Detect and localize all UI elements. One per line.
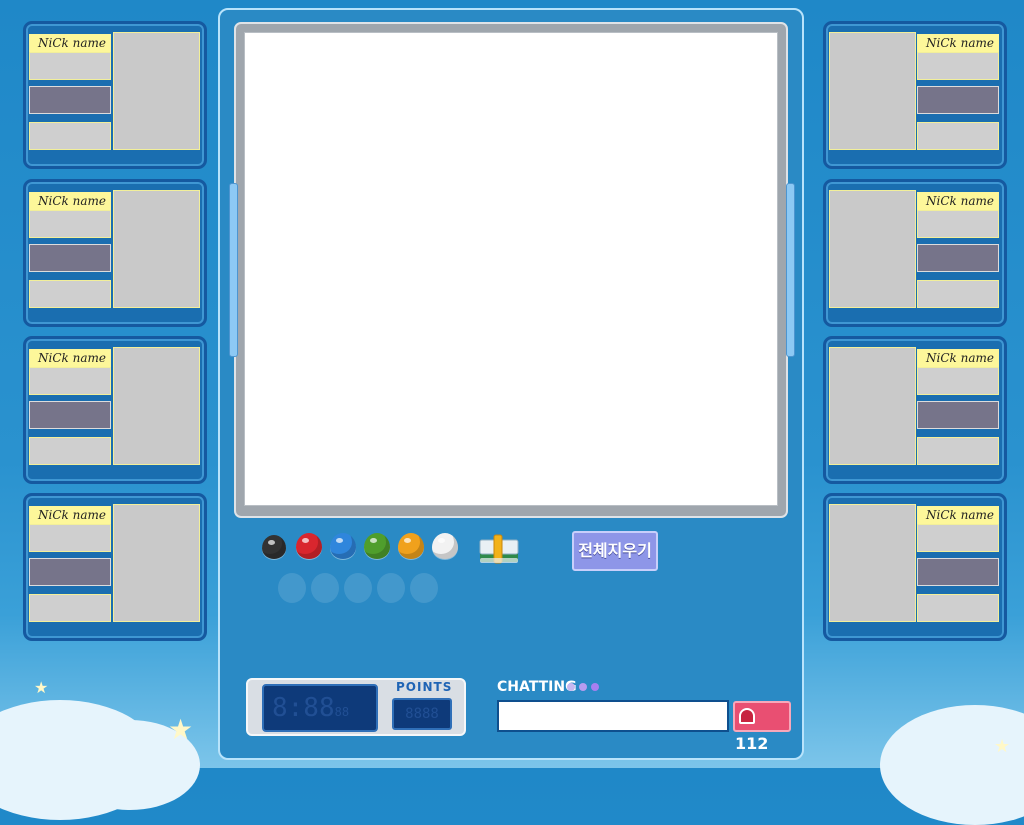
color-swatch-blue[interactable]	[330, 533, 356, 559]
avatar	[829, 347, 916, 465]
chat-input[interactable]	[497, 700, 729, 732]
player-card-left-3: NiCk name	[23, 336, 207, 484]
player-status-slot	[29, 86, 111, 114]
nickname-label: NiCk name	[29, 506, 111, 524]
player-score-slot	[917, 594, 999, 622]
chat-dot	[591, 683, 599, 691]
eraser-icon[interactable]	[478, 532, 520, 566]
canvas-left-handle	[229, 183, 238, 357]
player-score-slot	[29, 594, 111, 622]
timer-value: 8:88	[272, 693, 335, 723]
player-card-left-1: NiCk name	[23, 21, 207, 169]
player-card-left-2: NiCk name	[23, 179, 207, 327]
player-status-slot	[917, 244, 999, 272]
player-info-slot	[29, 210, 111, 238]
avatar	[113, 347, 200, 465]
nickname-label: NiCk name	[917, 349, 999, 367]
player-card-right-2: NiCk name	[823, 179, 1007, 327]
timer-display: 8:8888	[262, 684, 378, 732]
color-swatch-white[interactable]	[432, 533, 458, 559]
player-card-right-1: NiCk name	[823, 21, 1007, 169]
canvas-right-handle	[786, 183, 795, 357]
color-swatch-red[interactable]	[296, 533, 322, 559]
timer-points-panel: 8:8888 POINTS 8888	[246, 678, 466, 736]
player-score-slot	[917, 122, 999, 150]
points-display: 8888	[392, 698, 452, 730]
avatar	[113, 32, 200, 150]
player-status-slot	[917, 86, 999, 114]
player-card-right-4: NiCk name	[823, 493, 1007, 641]
star-decoration: ★	[168, 713, 194, 746]
drawing-canvas[interactable]	[244, 32, 778, 506]
color-swatch-orange[interactable]	[398, 533, 424, 559]
clear-all-button[interactable]: 전체지우기	[572, 531, 658, 571]
star-decoration: ★	[34, 678, 49, 697]
player-info-slot	[917, 210, 999, 238]
color-swatch-reflection	[377, 573, 405, 603]
player-status-slot	[29, 244, 111, 272]
player-info-slot	[917, 524, 999, 552]
player-info-slot	[29, 367, 111, 395]
color-swatch-reflection	[344, 573, 372, 603]
player-info-slot	[29, 524, 111, 552]
player-score-slot	[29, 437, 111, 465]
player-score-slot	[917, 437, 999, 465]
player-card-left-4: NiCk name	[23, 493, 207, 641]
nickname-label: NiCk name	[917, 34, 999, 52]
player-info-slot	[917, 367, 999, 395]
points-label: POINTS	[396, 680, 453, 694]
avatar	[829, 504, 916, 622]
avatar	[829, 32, 916, 150]
nickname-label: NiCk name	[29, 192, 111, 210]
color-swatch-reflection	[410, 573, 438, 603]
report-count: 112	[735, 734, 769, 753]
chat-dot	[567, 683, 575, 691]
player-status-slot	[29, 558, 111, 586]
color-swatch-black[interactable]	[262, 535, 286, 559]
player-info-slot	[29, 52, 111, 80]
player-info-slot	[917, 52, 999, 80]
player-score-slot	[29, 122, 111, 150]
color-swatch-reflection	[311, 573, 339, 603]
color-swatch-reflection	[278, 573, 306, 603]
avatar	[829, 190, 916, 308]
avatar	[113, 504, 200, 622]
chat-label: CHATTING	[497, 679, 577, 695]
nickname-label: NiCk name	[29, 349, 111, 367]
star-decoration: ★	[994, 736, 1011, 757]
player-score-slot	[29, 280, 111, 308]
player-status-slot	[917, 558, 999, 586]
report-button[interactable]: 112	[733, 701, 791, 753]
nickname-label: NiCk name	[917, 192, 999, 210]
color-swatch-green[interactable]	[364, 533, 390, 559]
player-status-slot	[917, 401, 999, 429]
timer-subvalue: 88	[334, 705, 350, 719]
siren-icon	[739, 708, 755, 724]
avatar	[113, 190, 200, 308]
player-status-slot	[29, 401, 111, 429]
player-score-slot	[917, 280, 999, 308]
cloud-decoration	[880, 705, 1024, 825]
nickname-label: NiCk name	[917, 506, 999, 524]
chat-dot	[579, 683, 587, 691]
nickname-label: NiCk name	[29, 34, 111, 52]
player-card-right-3: NiCk name	[823, 336, 1007, 484]
drawing-canvas-frame	[234, 22, 788, 518]
